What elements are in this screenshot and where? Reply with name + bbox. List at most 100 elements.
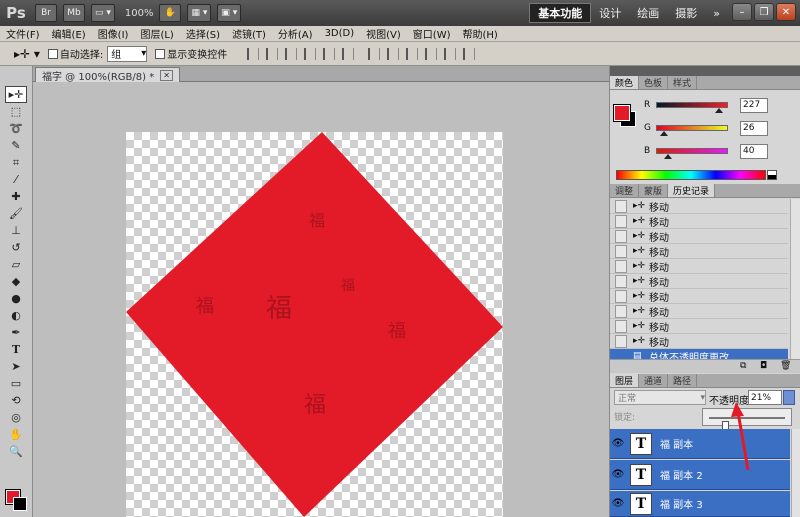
workspace-photography[interactable]: 摄影 — [667, 3, 705, 23]
history-item[interactable]: ▸✛ 移动 — [610, 304, 788, 319]
move-tool-preset-icon[interactable]: ▸✛ ▾ — [14, 47, 40, 61]
move-tool-icon[interactable]: ▸✛ — [5, 86, 27, 103]
history-scrollbar[interactable] — [790, 199, 800, 359]
layer-row[interactable]: 👁 T 福 副本 2 — [610, 460, 790, 490]
marquee-tool-icon[interactable]: ⬚ — [5, 103, 27, 120]
green-slider[interactable] — [656, 125, 728, 136]
history-brush-tool-icon[interactable]: ↺ — [5, 239, 27, 256]
type-tool-icon[interactable]: T — [5, 341, 27, 358]
document-tab[interactable]: 福字 @ 100%(RGB/8) * ✕ — [35, 67, 180, 83]
view-extras-button[interactable]: ▭ ▾ — [91, 4, 115, 22]
blue-slider[interactable] — [656, 148, 728, 159]
distribute-top-icon[interactable] — [368, 47, 381, 60]
create-snapshot-icon[interactable]: ◘ — [760, 361, 767, 371]
tab-history[interactable]: 历史记录 — [668, 184, 716, 197]
layer-row[interactable]: 👁 T 福 副本 3 — [610, 491, 790, 517]
tab-swatches[interactable]: 色板 — [639, 76, 669, 89]
quick-select-tool-icon[interactable]: ✎ — [5, 137, 27, 154]
screen-mode-button[interactable]: ▣ ▾ — [217, 4, 242, 22]
blend-mode-dropdown[interactable]: 正常 ▾ — [614, 390, 706, 405]
black-white-ramp[interactable] — [767, 170, 777, 180]
eye-icon[interactable]: 👁 — [610, 469, 626, 480]
history-item[interactable]: ▸✛ 移动 — [610, 274, 788, 289]
history-source-box[interactable] — [615, 319, 627, 333]
tab-channels[interactable]: 通道 — [639, 374, 669, 387]
eye-icon[interactable]: 👁 — [610, 498, 626, 509]
layer-row[interactable]: 👁 T 福 副本 — [610, 429, 790, 459]
menu-analysis[interactable]: 分析(A) — [272, 26, 319, 41]
tab-adjustments[interactable]: 调整 — [610, 184, 640, 197]
history-item[interactable]: ▸✛ 移动 — [610, 199, 788, 214]
distribute-right-icon[interactable] — [463, 47, 476, 60]
distribute-hcenter-icon[interactable] — [444, 47, 457, 60]
history-source-box[interactable] — [615, 199, 627, 213]
tab-styles[interactable]: 样式 — [668, 76, 698, 89]
red-slider-thumb[interactable] — [715, 108, 724, 113]
bridge-button[interactable]: Br — [35, 4, 57, 22]
auto-select-checkbox[interactable] — [47, 48, 58, 59]
history-source-box[interactable] — [615, 214, 627, 228]
panel-dock-header[interactable] — [610, 66, 800, 76]
opacity-dropdown-button[interactable] — [783, 390, 795, 405]
mini-bridge-button[interactable]: Mb — [63, 4, 85, 22]
menu-file[interactable]: 文件(F) — [0, 26, 46, 41]
more-workspaces-button[interactable]: » — [705, 3, 728, 23]
history-item[interactable]: ▸✛ 移动 — [610, 259, 788, 274]
3d-orbit-tool-icon[interactable]: ◎ — [5, 409, 27, 426]
distribute-bottom-icon[interactable] — [406, 47, 419, 60]
menu-view[interactable]: 视图(V) — [360, 26, 407, 41]
foreground-swatch[interactable] — [613, 104, 631, 122]
zoom-level[interactable]: 100% — [125, 8, 154, 19]
lasso-tool-icon[interactable]: ➰ — [5, 120, 27, 137]
tab-color[interactable]: 颜色 — [610, 76, 640, 89]
tab-layers[interactable]: 图层 — [610, 374, 640, 387]
document-canvas[interactable]: 福 福 福 福 福 福 — [126, 132, 503, 517]
distribute-vcenter-icon[interactable] — [387, 47, 400, 60]
brush-tool-icon[interactable]: 🖌 — [5, 205, 27, 222]
distribute-left-icon[interactable] — [425, 47, 438, 60]
restore-icon[interactable]: ❐ — [754, 3, 774, 21]
align-vcenter-icon[interactable] — [266, 47, 279, 60]
eraser-tool-icon[interactable]: ▱ — [5, 256, 27, 273]
dodge-tool-icon[interactable]: ◐ — [5, 307, 27, 324]
opacity-slider-track[interactable] — [709, 417, 785, 430]
history-source-box[interactable] — [615, 229, 627, 243]
menu-image[interactable]: 图像(I) — [92, 26, 135, 41]
menu-window[interactable]: 窗口(W) — [407, 26, 457, 41]
history-source-box[interactable] — [615, 274, 627, 288]
crop-tool-icon[interactable]: ⌗ — [5, 154, 27, 171]
menu-3d[interactable]: 3D(D) — [319, 28, 361, 39]
close-icon[interactable]: ✕ — [776, 3, 796, 21]
paint-bucket-tool-icon[interactable]: ◆ — [5, 273, 27, 290]
eye-icon[interactable]: 👁 — [610, 438, 626, 449]
layers-scrollbar[interactable] — [791, 429, 800, 517]
menu-filter[interactable]: 滤镜(T) — [226, 26, 272, 41]
history-item[interactable]: ▸✛ 移动 — [610, 229, 788, 244]
layer-name[interactable]: 福 副本 3 — [660, 496, 703, 511]
auto-select-dropdown[interactable]: 组 ▾ — [107, 45, 148, 62]
clone-stamp-tool-icon[interactable]: ⊥ — [5, 222, 27, 239]
history-source-box[interactable] — [615, 259, 627, 273]
menu-edit[interactable]: 编辑(E) — [46, 26, 92, 41]
layer-name[interactable]: 福 副本 — [660, 436, 693, 451]
workspace-design[interactable]: 设计 — [591, 3, 629, 23]
history-source-box[interactable] — [615, 244, 627, 258]
green-slider-thumb[interactable] — [660, 131, 669, 136]
tab-masks[interactable]: 蒙版 — [639, 184, 669, 197]
menu-layer[interactable]: 图层(L) — [134, 26, 179, 41]
history-item[interactable]: ▸✛ 移动 — [610, 334, 788, 349]
blur-tool-icon[interactable]: ● — [5, 290, 27, 307]
history-source-box[interactable] — [615, 304, 627, 318]
menu-help[interactable]: 帮助(H) — [457, 26, 504, 41]
history-source-box[interactable] — [615, 289, 627, 303]
new-document-from-state-icon[interactable]: ⧉ — [740, 361, 746, 371]
blue-value[interactable]: 40 — [740, 143, 768, 159]
show-transform-checkbox[interactable] — [155, 48, 166, 59]
color-spectrum-bar[interactable] — [616, 170, 766, 180]
layer-name[interactable]: 福 副本 2 — [660, 467, 703, 482]
zoom-tool-icon[interactable]: 🔍 — [5, 443, 27, 460]
blue-slider-thumb[interactable] — [663, 154, 672, 159]
hand-tool-button[interactable]: ✋ — [159, 4, 182, 22]
history-item[interactable]: ▸✛ 移动 — [610, 244, 788, 259]
3d-rotate-tool-icon[interactable]: ⟲ — [5, 392, 27, 409]
